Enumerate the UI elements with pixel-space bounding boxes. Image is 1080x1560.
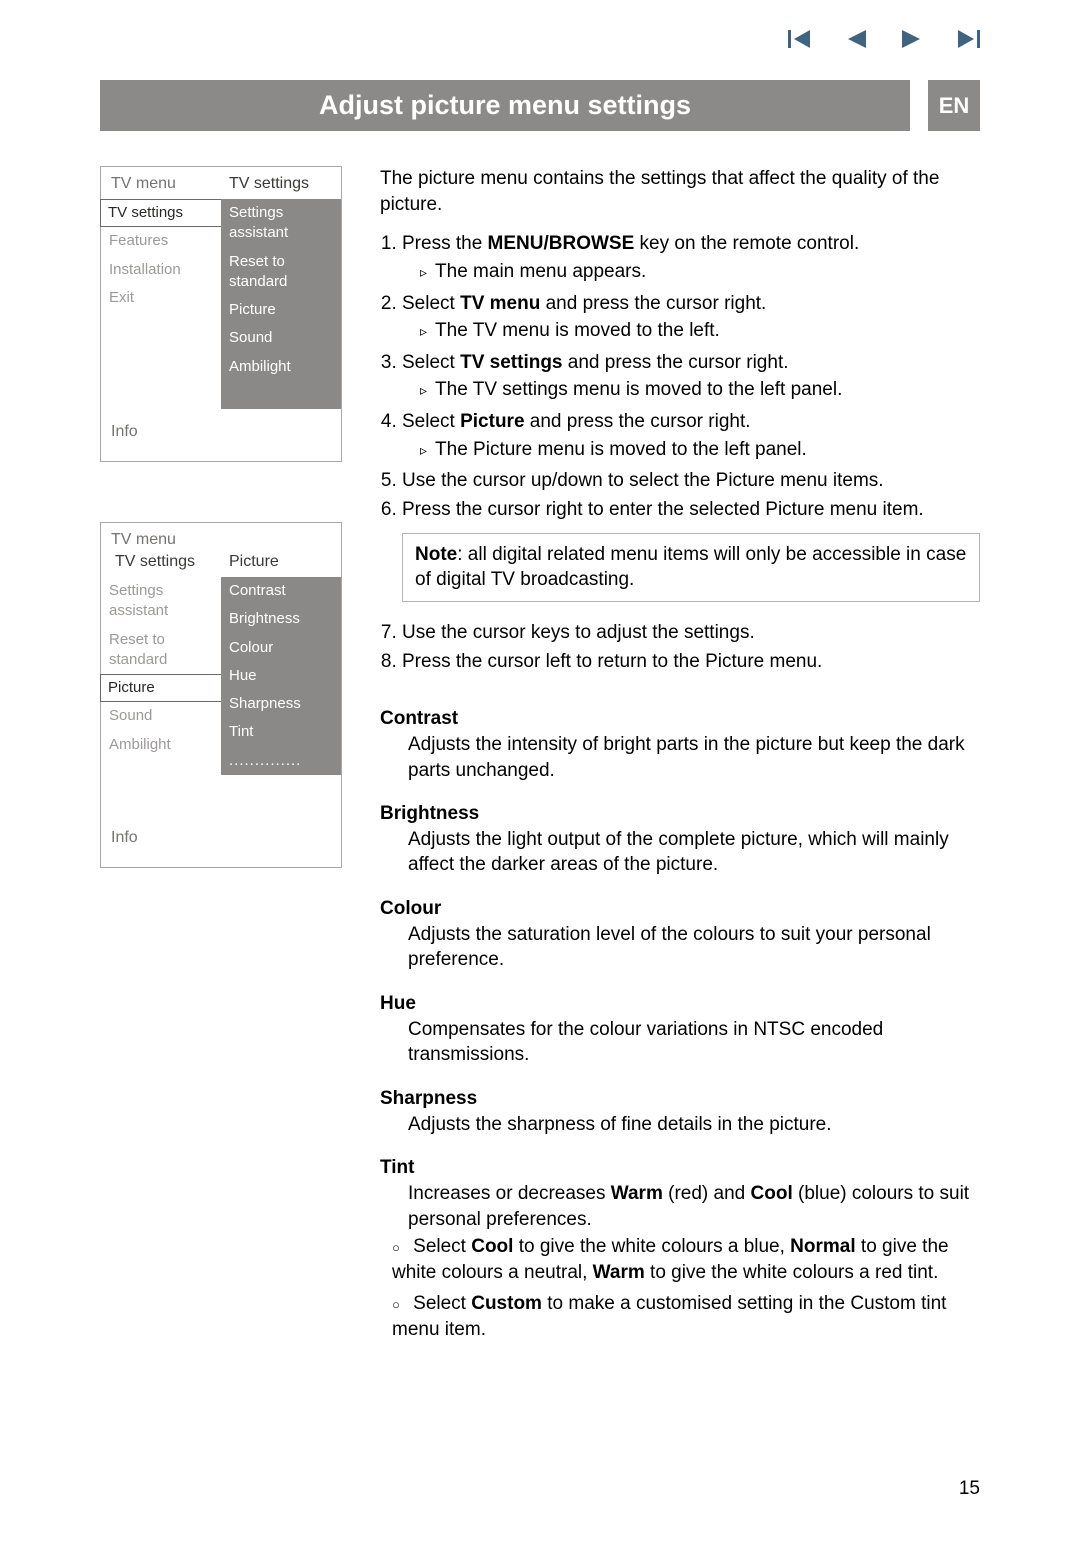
d1-right-item: Reset to standard xyxy=(221,248,341,297)
title-bar: Adjust picture menu settings EN xyxy=(100,80,980,131)
step-3-sub: The TV settings menu is moved to the lef… xyxy=(420,377,980,403)
skip-forward-icon[interactable] xyxy=(958,30,980,48)
d2-left-item: Sound xyxy=(101,702,221,730)
step-2: Select TV menu and press the cursor righ… xyxy=(402,291,980,344)
d1-right-header: TV settings xyxy=(221,167,341,199)
d2-right-item: Brightness xyxy=(221,605,341,633)
pdf-nav-icons xyxy=(788,30,980,48)
step-1: Press the MENU/BROWSE key on the remote … xyxy=(402,231,980,284)
steps-list: Press the MENU/BROWSE key on the remote … xyxy=(380,231,980,522)
d2-right-header: Picture xyxy=(221,551,341,577)
d1-left-header: TV menu xyxy=(101,167,221,199)
step-1-sub: The main menu appears. xyxy=(420,259,980,285)
step-8: Press the cursor left to return to the P… xyxy=(402,649,980,675)
step-3: Select TV settings and press the cursor … xyxy=(402,350,980,403)
def-colour: Colour Adjusts the saturation level of t… xyxy=(380,896,980,973)
def-sharpness: Sharpness Adjusts the sharpness of fine … xyxy=(380,1086,980,1137)
language-badge: EN xyxy=(928,80,980,131)
def-hue: Hue Compensates for the colour variation… xyxy=(380,991,980,1068)
d1-left-item: TV settings xyxy=(100,199,222,227)
steps-list-2: Use the cursor keys to adjust the settin… xyxy=(380,620,980,674)
step-2-sub: The TV menu is moved to the left. xyxy=(420,318,980,344)
d2-info: Info xyxy=(101,815,341,867)
d2-right-item: Contrast xyxy=(221,577,341,605)
def-tint: Tint Increases or decreases Warm (red) a… xyxy=(380,1155,980,1342)
step-4: Select Picture and press the cursor righ… xyxy=(402,409,980,462)
step-6: Press the cursor right to enter the sele… xyxy=(402,497,980,523)
page-title: Adjust picture menu settings xyxy=(100,80,910,131)
step-7: Use the cursor keys to adjust the settin… xyxy=(402,620,980,646)
menu-diagram-1: TV menu TV settings Features Installatio… xyxy=(100,166,342,462)
d2-right-item: .............. xyxy=(221,747,341,775)
intro-text: The picture menu contains the settings t… xyxy=(380,166,980,217)
def-brightness: Brightness Adjusts the light output of t… xyxy=(380,801,980,878)
d1-right-item: Settings assistant xyxy=(221,199,341,248)
play-right-icon[interactable] xyxy=(902,30,922,48)
step-5: Use the cursor up/down to select the Pic… xyxy=(402,468,980,494)
d1-right-item: Sound xyxy=(221,324,341,352)
note-box: Note: all digital related menu items wil… xyxy=(402,533,980,602)
d2-left-header: TV menu xyxy=(101,523,341,551)
step-4-sub: The Picture menu is moved to the left pa… xyxy=(420,437,980,463)
d1-right-item: Ambilight xyxy=(221,353,341,381)
tint-bullet-1: Select Cool to give the white colours a … xyxy=(392,1234,980,1285)
d1-right-item: Picture xyxy=(221,296,341,324)
d1-left-item: Features xyxy=(101,227,221,255)
d2-right-item: Sharpness xyxy=(221,690,341,718)
d1-left-item: Exit xyxy=(101,284,221,312)
d1-info: Info xyxy=(101,409,341,461)
menu-diagram-2: TV menu TV settings Settings assistant R… xyxy=(100,522,342,868)
d2-right-item: Hue xyxy=(221,662,341,690)
d2-left-item: Reset to standard xyxy=(101,626,221,675)
page-number: 15 xyxy=(959,1478,980,1500)
d2-right-item: Colour xyxy=(221,634,341,662)
d1-left-item: Installation xyxy=(101,256,221,284)
d2-right-item: Tint xyxy=(221,718,341,746)
play-left-icon[interactable] xyxy=(846,30,866,48)
d2-left-item: Ambilight xyxy=(101,731,221,759)
d2-left-item: Settings assistant xyxy=(101,577,221,626)
def-contrast: Contrast Adjusts the intensity of bright… xyxy=(380,706,980,783)
skip-back-icon[interactable] xyxy=(788,30,810,48)
tint-bullet-2: Select Custom to make a customised setti… xyxy=(392,1291,980,1342)
d2-subheader: TV settings xyxy=(101,551,221,577)
d2-left-item: Picture xyxy=(100,674,222,702)
